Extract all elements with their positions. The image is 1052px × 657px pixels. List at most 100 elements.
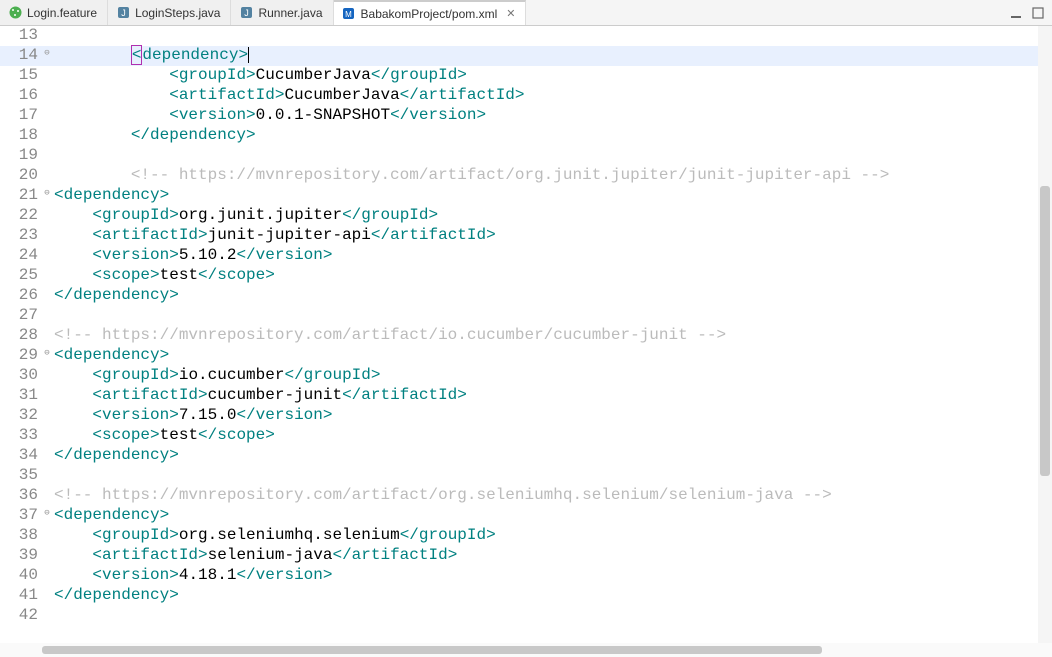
code-line[interactable]: 32 <version>7.15.0</version>: [0, 406, 1052, 426]
code-content[interactable]: [52, 146, 1052, 166]
code-line[interactable]: 35: [0, 466, 1052, 486]
code-line[interactable]: 33 <scope>test</scope>: [0, 426, 1052, 446]
code-content[interactable]: <dependency>: [52, 506, 1052, 526]
code-line[interactable]: 26</dependency>: [0, 286, 1052, 306]
code-line[interactable]: 31 <artifactId>cucumber-junit</artifactI…: [0, 386, 1052, 406]
code-token: [54, 126, 131, 144]
code-content[interactable]: </dependency>: [52, 286, 1052, 306]
code-content[interactable]: </dependency>: [52, 126, 1052, 146]
code-line[interactable]: 36<!-- https://mvnrepository.com/artifac…: [0, 486, 1052, 506]
code-line[interactable]: 39 <artifactId>selenium-java</artifactId…: [0, 546, 1052, 566]
fold-toggle[interactable]: ⊖: [42, 506, 52, 526]
code-token: dependency: [73, 286, 169, 304]
code-token: artifactId: [179, 86, 275, 104]
code-content[interactable]: <!-- https://mvnrepository.com/artifact/…: [52, 166, 1052, 186]
fold-toggle: [42, 246, 52, 266]
code-line[interactable]: 30 <groupId>io.cucumber</groupId>: [0, 366, 1052, 386]
code-content[interactable]: [52, 606, 1052, 626]
code-token: <!-- https://mvnrepository.com/artifact/…: [54, 486, 832, 504]
code-line[interactable]: 16 <artifactId>CucumberJava</artifactId>: [0, 86, 1052, 106]
code-line[interactable]: 25 <scope>test</scope>: [0, 266, 1052, 286]
code-content[interactable]: <groupId>CucumberJava</groupId>: [52, 66, 1052, 86]
code-content[interactable]: <!-- https://mvnrepository.com/artifact/…: [52, 486, 1052, 506]
tab-label: BabakomProject/pom.xml: [361, 7, 498, 21]
code-token: >: [160, 346, 170, 364]
code-line[interactable]: 34</dependency>: [0, 446, 1052, 466]
code-content[interactable]: [52, 466, 1052, 486]
code-token: 7.15.0: [179, 406, 237, 424]
code-token: scope: [217, 266, 265, 284]
code-content[interactable]: <scope>test</scope>: [52, 426, 1052, 446]
code-content[interactable]: <!-- https://mvnrepository.com/artifact/…: [52, 326, 1052, 346]
code-line[interactable]: 15 <groupId>CucumberJava</groupId>: [0, 66, 1052, 86]
vertical-scrollbar[interactable]: [1038, 26, 1052, 643]
tab-loginsteps-java[interactable]: JLoginSteps.java: [108, 0, 231, 25]
code-content[interactable]: [52, 306, 1052, 326]
code-line[interactable]: 29⊖<dependency>: [0, 346, 1052, 366]
code-content[interactable]: <artifactId>junit-jupiter-api</artifactI…: [52, 226, 1052, 246]
tab-login-feature[interactable]: Login.feature: [0, 0, 108, 25]
code-line[interactable]: 17 <version>0.0.1-SNAPSHOT</version>: [0, 106, 1052, 126]
code-content[interactable]: <artifactId>CucumberJava</artifactId>: [52, 86, 1052, 106]
fold-toggle[interactable]: ⊖: [42, 186, 52, 206]
code-line[interactable]: 22 <groupId>org.junit.jupiter</groupId>: [0, 206, 1052, 226]
code-editor[interactable]: 1314⊖ <dependency>15 <groupId>CucumberJa…: [0, 26, 1052, 643]
code-line[interactable]: 42: [0, 606, 1052, 626]
code-content[interactable]: <dependency>: [52, 346, 1052, 366]
code-content[interactable]: <version>0.0.1-SNAPSHOT</version>: [52, 106, 1052, 126]
code-line[interactable]: 24 <version>5.10.2</version>: [0, 246, 1052, 266]
fold-toggle: [42, 446, 52, 466]
code-content[interactable]: <dependency>: [52, 46, 1052, 66]
code-content[interactable]: <groupId>org.seleniumhq.selenium</groupI…: [52, 526, 1052, 546]
code-line[interactable]: 27: [0, 306, 1052, 326]
code-token: <: [169, 86, 179, 104]
code-content[interactable]: <version>4.18.1</version>: [52, 566, 1052, 586]
code-line[interactable]: 21⊖<dependency>: [0, 186, 1052, 206]
code-content[interactable]: <groupId>io.cucumber</groupId>: [52, 366, 1052, 386]
code-content[interactable]: [52, 26, 1052, 46]
code-line[interactable]: 23 <artifactId>junit-jupiter-api</artifa…: [0, 226, 1052, 246]
code-line[interactable]: 20 <!-- https://mvnrepository.com/artifa…: [0, 166, 1052, 186]
code-line[interactable]: 28<!-- https://mvnrepository.com/artifac…: [0, 326, 1052, 346]
code-line[interactable]: 13: [0, 26, 1052, 46]
code-content[interactable]: <version>5.10.2</version>: [52, 246, 1052, 266]
code-line[interactable]: 14⊖ <dependency>: [0, 46, 1052, 66]
horizontal-scrollbar-thumb[interactable]: [42, 646, 822, 654]
horizontal-scrollbar[interactable]: [0, 643, 1052, 657]
minimize-button[interactable]: [1008, 6, 1024, 20]
tab-babakomproject-pom-xml[interactable]: MBabakomProject/pom.xml✕: [334, 0, 527, 25]
fold-toggle: [42, 546, 52, 566]
code-content[interactable]: <groupId>org.junit.jupiter</groupId>: [52, 206, 1052, 226]
code-token: >: [169, 206, 179, 224]
code-content[interactable]: <scope>test</scope>: [52, 266, 1052, 286]
code-line[interactable]: 41</dependency>: [0, 586, 1052, 606]
text-cursor: [248, 47, 249, 63]
code-token: <: [169, 66, 179, 84]
code-token: 0.0.1-SNAPSHOT: [256, 106, 390, 124]
code-line[interactable]: 40 <version>4.18.1</version>: [0, 566, 1052, 586]
code-content[interactable]: <version>7.15.0</version>: [52, 406, 1052, 426]
code-line[interactable]: 18 </dependency>: [0, 126, 1052, 146]
code-line[interactable]: 38 <groupId>org.seleniumhq.selenium</gro…: [0, 526, 1052, 546]
code-line[interactable]: 19: [0, 146, 1052, 166]
line-number: 25: [0, 266, 42, 286]
line-number: 21: [0, 186, 42, 206]
maximize-button[interactable]: [1030, 6, 1046, 20]
tab-runner-java[interactable]: JRunner.java: [231, 0, 333, 25]
fold-toggle[interactable]: ⊖: [42, 346, 52, 366]
code-content[interactable]: <dependency>: [52, 186, 1052, 206]
code-token: artifactId: [352, 546, 448, 564]
fold-toggle[interactable]: ⊖: [42, 46, 52, 66]
code-content[interactable]: <artifactId>cucumber-junit</artifactId>: [52, 386, 1052, 406]
vertical-scrollbar-thumb[interactable]: [1040, 186, 1050, 476]
code-token: test: [160, 426, 198, 444]
code-content[interactable]: </dependency>: [52, 586, 1052, 606]
code-content[interactable]: </dependency>: [52, 446, 1052, 466]
close-icon[interactable]: ✕: [506, 7, 515, 20]
code-token: <: [92, 366, 102, 384]
code-token: [54, 86, 169, 104]
code-line[interactable]: 37⊖<dependency>: [0, 506, 1052, 526]
code-content[interactable]: <artifactId>selenium-java</artifactId>: [52, 546, 1052, 566]
code-token: <!-- https://mvnrepository.com/artifact/…: [131, 166, 890, 184]
code-token: scope: [217, 426, 265, 444]
